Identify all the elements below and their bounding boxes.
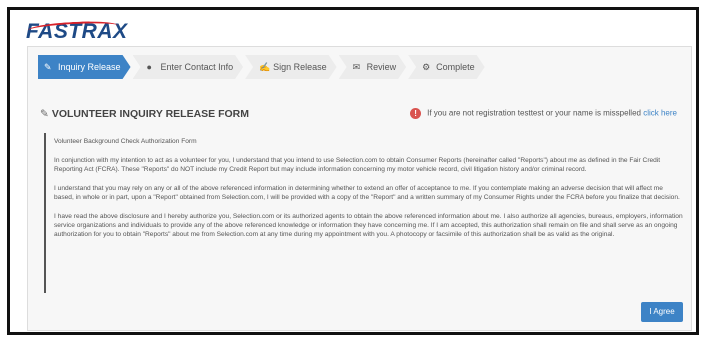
edit-icon: ✎ [40,108,49,120]
form-panel: ✎ Inquiry Release ● Enter Contact Info ✍ Si… [27,46,692,331]
user-icon: ● [146,62,152,72]
authorization-text: Volunteer Background Check Authorization… [44,133,684,293]
step-inquiry-release[interactable]: ✎ Inquiry Release [38,55,131,79]
click-here-link[interactable]: click here [643,109,677,118]
paragraph: I understand that you may rely on any or… [54,185,680,201]
name-notice: ! If you are not registration testtest or… [410,108,677,119]
gears-icon: ⚙ [422,62,431,72]
step-complete[interactable]: ⚙ Complete [408,55,485,79]
step-label: Complete [436,62,475,72]
edit-icon: ✎ [44,62,52,72]
step-label: Enter Contact Info [160,62,234,72]
wizard-steps: ✎ Inquiry Release ● Enter Contact Info ✍ Si… [38,55,487,79]
step-label: Sign Release [273,62,327,72]
step-label: Review [366,62,397,72]
app-frame: FASTRAX ✎ Inquiry Release ● Enter Contact … [7,7,699,335]
form-title: ✎ VOLUNTEER INQUIRY RELEASE FORM [40,108,249,120]
step-review[interactable]: ✉ Review [339,55,407,79]
exclamation-icon: ! [410,108,422,119]
i-agree-button[interactable]: I Agree [641,302,683,322]
paragraph: In conjunction with my intention to act … [54,157,661,173]
paragraph: I have read the above disclosure and I h… [54,213,683,238]
step-enter-contact-info[interactable]: ● Enter Contact Info [133,55,244,79]
form-title-text: VOLUNTEER INQUIRY RELEASE FORM [51,108,249,120]
form-subtitle: Volunteer Background Check Authorization… [54,138,197,145]
notice-text: If you are not registration testtest or … [427,108,641,118]
pen-icon: ✍ [259,62,271,72]
envelope-icon: ✉ [352,62,361,72]
fastrax-logo: FASTRAX [26,19,128,44]
step-sign-release[interactable]: ✍ Sign Release [245,55,337,79]
step-label: Inquiry Release [58,62,121,72]
